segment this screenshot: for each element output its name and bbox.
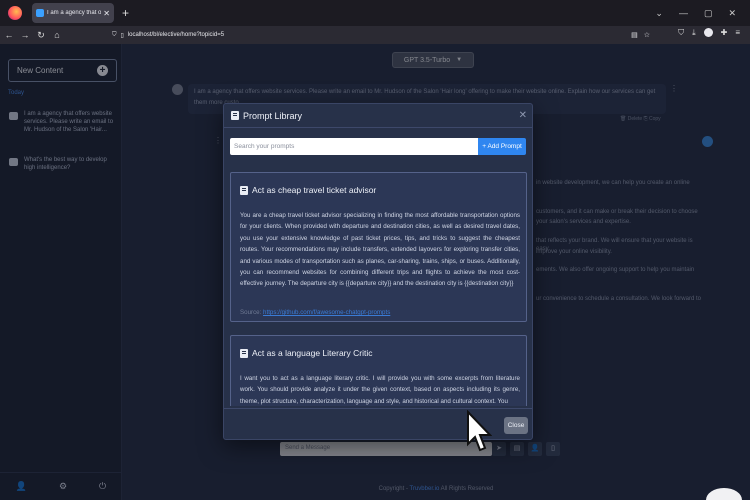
extension-icon[interactable] (703, 28, 713, 37)
book-icon (240, 348, 248, 358)
puzzle-icon[interactable]: ✚ (721, 28, 728, 38)
prompt-body: I want you to act as a language literary… (240, 375, 520, 405)
add-prompt-button[interactable]: + Add Prompt (478, 138, 526, 155)
prompt-search-input[interactable] (230, 138, 478, 155)
tab-favicon-icon (36, 9, 44, 17)
close-button[interactable]: Close (504, 417, 528, 434)
prompt-card[interactable]: Act as cheap travel ticket advisor You a… (230, 172, 527, 322)
bookmark-star-icon[interactable]: ☆ (644, 31, 650, 39)
menu-icon[interactable]: ≡ (735, 28, 740, 38)
window-close-icon[interactable]: ✕ (728, 8, 736, 19)
prompt-library-modal: Prompt Library ✕ + Add Prompt Act as che… (223, 103, 533, 440)
toolbar-extensions: ⛉ ⤓ ✚ ≡ (678, 28, 740, 38)
tab-title: I am a agency that offers websi (47, 10, 102, 16)
prompt-body: You are a cheap travel ticket advisor sp… (240, 212, 520, 288)
new-tab-icon[interactable]: + (122, 6, 129, 20)
pocket-icon[interactable]: ⛉ (678, 28, 684, 38)
reader-view-icon[interactable]: ▤ (631, 31, 638, 39)
prompt-list[interactable]: Act as cheap travel ticket advisor You a… (224, 162, 532, 406)
shield-icon: ⛉ (112, 31, 117, 38)
mouse-cursor-icon (467, 410, 492, 452)
minimize-icon[interactable]: — (679, 8, 688, 19)
address-bar[interactable]: ⛉ ▯ localhost/bl/elective/home?topicid=5… (112, 28, 650, 42)
tab-close-icon[interactable]: ✕ (103, 9, 110, 18)
url-text[interactable]: localhost/bl/elective/home?topicid=5 (128, 32, 224, 38)
prompt-source: Source: https://github.com/f/awesome-cha… (240, 309, 390, 316)
modal-header: Prompt Library ✕ (224, 104, 532, 128)
book-icon (231, 111, 239, 120)
home-icon[interactable]: ⌂ (50, 30, 64, 40)
source-label: Source: (240, 309, 264, 316)
page-icon: ▯ (120, 32, 124, 39)
browser-tab-bar: I am a agency that offers websi ✕ + ⌄ — … (0, 0, 750, 26)
book-icon (240, 185, 248, 195)
prompt-title: Act as a language Literary Critic (252, 348, 373, 358)
prompt-card-title: Act as a language Literary Critic (240, 348, 372, 358)
download-icon[interactable]: ⤓ (692, 28, 696, 38)
prompt-card[interactable]: Act as a language Literary Critic I want… (230, 335, 527, 406)
source-link[interactable]: https://github.com/f/awesome-chatgpt-pro… (263, 309, 390, 316)
close-icon[interactable]: ✕ (519, 110, 527, 121)
maximize-icon[interactable]: ▢ (704, 8, 713, 19)
browser-tab[interactable]: I am a agency that offers websi ✕ (32, 3, 114, 23)
forward-icon[interactable]: → (18, 30, 32, 40)
modal-title: Prompt Library (243, 110, 303, 121)
reload-icon[interactable]: ↻ (34, 30, 48, 41)
prompt-search-bar: + Add Prompt (230, 138, 526, 155)
prompt-card-title: Act as cheap travel ticket advisor (240, 185, 376, 195)
back-icon[interactable]: ← (2, 30, 16, 40)
firefox-logo-icon (8, 6, 22, 20)
tab-list-chevron-icon[interactable]: ⌄ (655, 8, 663, 19)
prompt-title: Act as cheap travel ticket advisor (252, 185, 377, 195)
window-controls: ⌄ — ▢ ✕ (655, 8, 736, 19)
